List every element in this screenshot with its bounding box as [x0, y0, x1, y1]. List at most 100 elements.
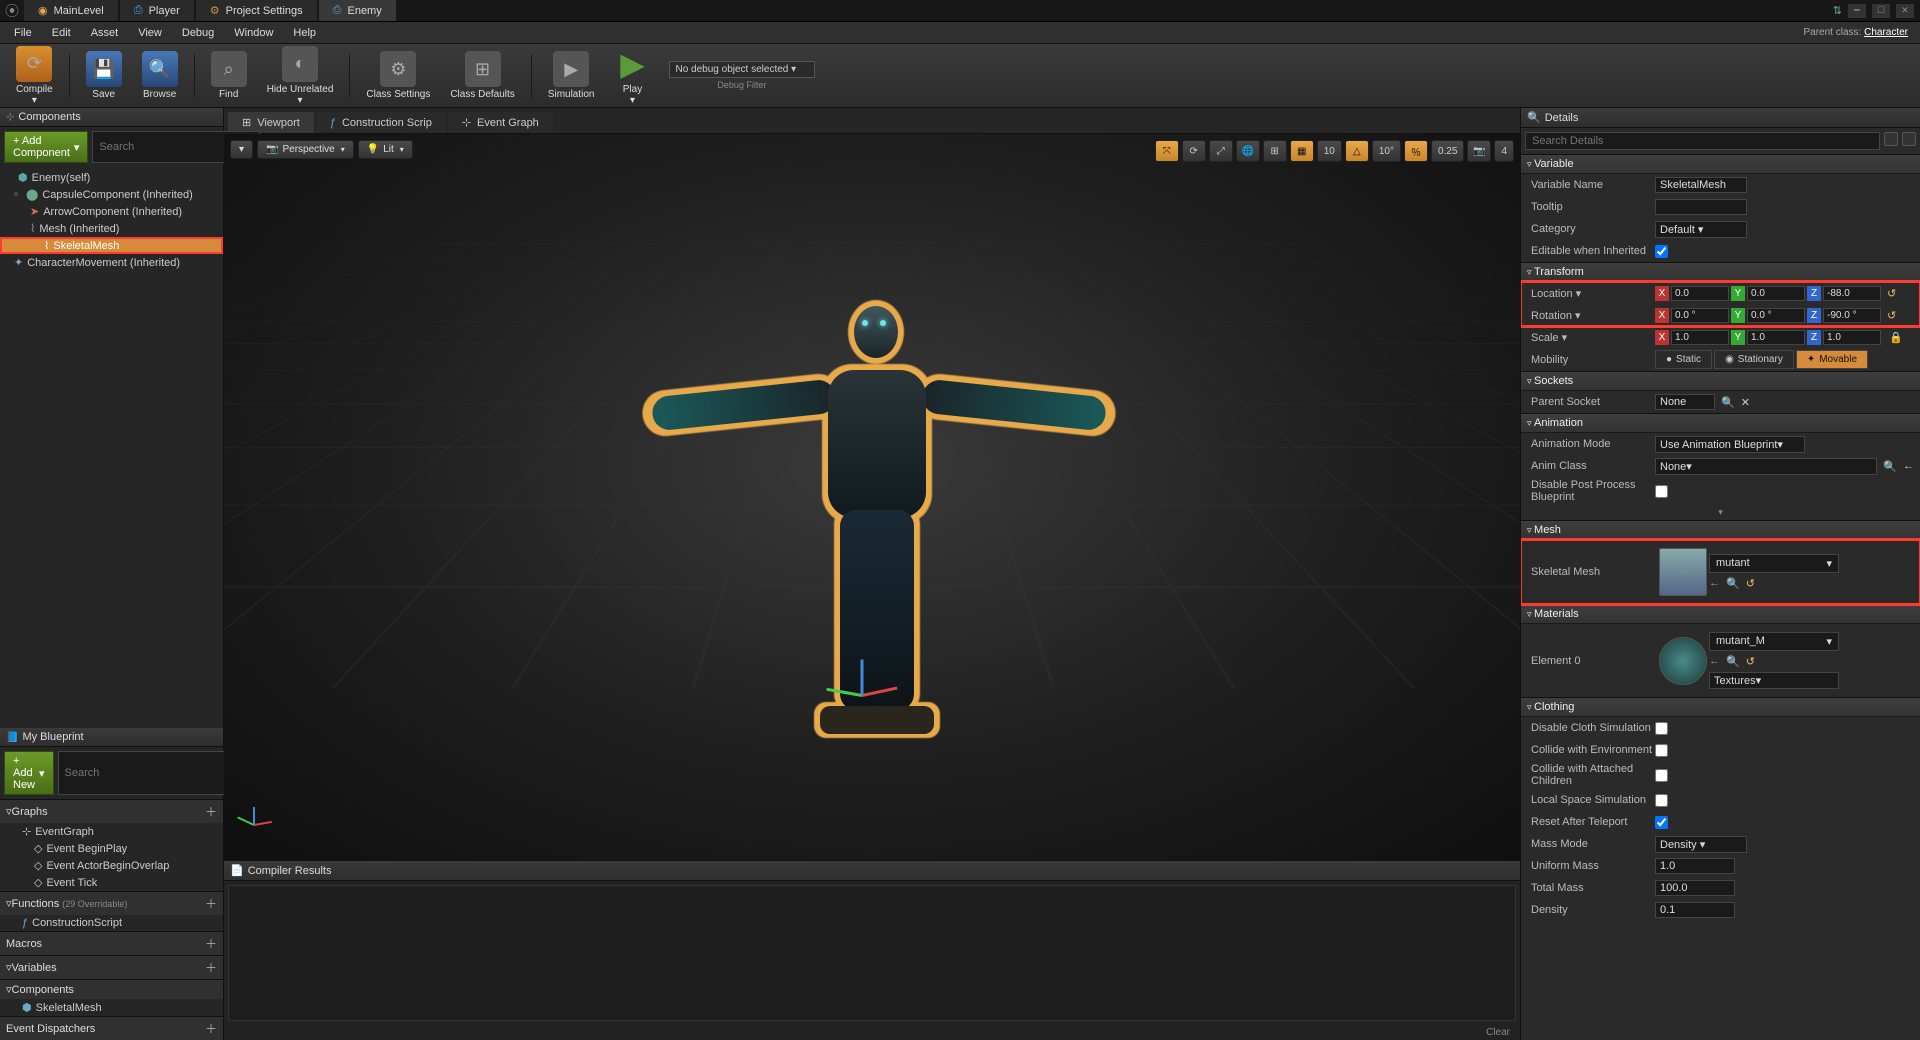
vp-grid-size[interactable]: 10: [1317, 140, 1342, 162]
component-mesh[interactable]: ⌇Mesh (Inherited): [0, 220, 223, 237]
mat-reset-icon[interactable]: ↺: [1746, 655, 1755, 668]
graph-tick[interactable]: ◇Event Tick: [0, 874, 223, 891]
collide-env-checkbox[interactable]: [1655, 744, 1668, 757]
vp-scale-size[interactable]: 0.25: [1431, 140, 1464, 162]
vp-rotate-icon[interactable]: ⟳: [1182, 140, 1206, 162]
mobility-stationary[interactable]: ◉ Stationary: [1714, 350, 1794, 369]
uniform-mass-input[interactable]: [1655, 858, 1735, 874]
compiler-clear-button[interactable]: Clear: [1486, 1027, 1510, 1038]
expand-animation-icon[interactable]: ▾: [1521, 505, 1920, 520]
window-close-button[interactable]: ✕: [1896, 4, 1914, 18]
class-settings-button[interactable]: ⚙Class Settings: [356, 49, 440, 102]
cat-animation[interactable]: Animation: [1521, 413, 1920, 433]
component-root[interactable]: ⬢Enemy(self): [0, 169, 223, 186]
component-charmovement[interactable]: ✦CharacterMovement (Inherited): [0, 254, 223, 271]
lit-dropdown[interactable]: 💡Lit: [358, 140, 413, 159]
anim-mode-dropdown[interactable]: Use Animation Blueprint▾: [1655, 436, 1805, 453]
cat-variable[interactable]: Variable: [1521, 154, 1920, 174]
mass-mode-dropdown[interactable]: Density ▾: [1655, 836, 1747, 853]
collide-children-checkbox[interactable]: [1655, 769, 1668, 782]
rot-reset-icon[interactable]: ↺: [1887, 309, 1896, 322]
tab-event-graph[interactable]: ⊹ Event Graph: [448, 112, 553, 133]
save-button[interactable]: 💾Save: [76, 49, 132, 102]
mobility-static[interactable]: ● Static: [1655, 350, 1712, 369]
mobility-movable[interactable]: ✦ Movable: [1796, 350, 1868, 369]
mat-use-icon[interactable]: ←: [1709, 655, 1720, 668]
material-dropdown[interactable]: mutant_M▾: [1709, 632, 1839, 651]
socket-clear-icon[interactable]: ✕: [1741, 396, 1750, 409]
add-dispatcher-icon[interactable]: ＋: [205, 1020, 217, 1037]
viewport-3d[interactable]: ▾ 📷 Perspective 💡Lit ⤧ ⟳ ⤢ 🌐 ⊞ ▦ 10 △ 10…: [224, 134, 1520, 860]
event-dispatchers-section[interactable]: Event Dispatchers＋: [0, 1016, 223, 1040]
vp-grid-snap-icon[interactable]: ▦: [1290, 140, 1314, 162]
textures-dropdown[interactable]: Textures▾: [1709, 672, 1839, 689]
add-graph-icon[interactable]: ＋: [205, 803, 217, 820]
macros-section[interactable]: Macros＋: [0, 931, 223, 955]
mesh-browse-icon[interactable]: 🔍: [1726, 577, 1740, 590]
details-property-matrix-icon[interactable]: [1884, 132, 1898, 146]
viewport-options-button[interactable]: ▾: [230, 140, 253, 159]
source-control-icon[interactable]: ⇅: [1833, 4, 1842, 17]
component-skeletalmesh[interactable]: ⌇SkeletalMesh: [0, 237, 223, 254]
anim-class-dropdown[interactable]: None▾: [1655, 458, 1877, 475]
parent-socket-input[interactable]: None: [1655, 394, 1715, 410]
anim-search-icon[interactable]: 🔍: [1883, 460, 1897, 473]
density-input[interactable]: [1655, 902, 1735, 918]
tab-viewport[interactable]: ⊞ Viewport: [228, 112, 314, 133]
rot-y-input[interactable]: [1747, 308, 1805, 323]
mesh-use-icon[interactable]: ←: [1709, 577, 1720, 590]
scale-lock-icon[interactable]: 🔒: [1889, 331, 1903, 344]
material-thumbnail[interactable]: [1659, 637, 1707, 685]
menu-view[interactable]: View: [128, 27, 172, 39]
cat-materials[interactable]: Materials: [1521, 604, 1920, 624]
simulation-button[interactable]: ▶Simulation: [538, 49, 605, 102]
tab-player[interactable]: ⎙Player: [120, 0, 194, 21]
variables-section[interactable]: ▿Variables＋: [0, 955, 223, 979]
add-new-button[interactable]: + Add New ▾: [4, 751, 54, 795]
tab-construction-script[interactable]: ƒ Construction Scrip: [316, 112, 446, 133]
bp-component-skeletalmesh[interactable]: ⬢SkeletalMesh: [0, 999, 223, 1016]
graph-eventgraph[interactable]: ⊹EventGraph: [0, 823, 223, 840]
socket-search-icon[interactable]: 🔍: [1721, 396, 1735, 409]
menu-debug[interactable]: Debug: [172, 27, 224, 39]
category-dropdown[interactable]: Default ▾: [1655, 221, 1747, 238]
graph-actoroverlap[interactable]: ◇Event ActorBeginOverlap: [0, 857, 223, 874]
window-maximize-button[interactable]: ☐: [1872, 4, 1890, 18]
tab-project-settings[interactable]: ⚙Project Settings: [196, 0, 317, 21]
compile-button[interactable]: ⟳Compile ▾: [6, 44, 63, 108]
add-variable-icon[interactable]: ＋: [205, 959, 217, 976]
loc-z-input[interactable]: [1823, 286, 1881, 301]
hide-unrelated-button[interactable]: ◐Hide Unrelated ▾: [257, 44, 344, 108]
function-constructionscript[interactable]: ƒConstructionScript: [0, 915, 223, 931]
total-mass-input[interactable]: [1655, 880, 1735, 896]
cat-mesh[interactable]: Mesh: [1521, 520, 1920, 540]
cat-transform[interactable]: Transform: [1521, 262, 1920, 282]
mat-browse-icon[interactable]: 🔍: [1726, 655, 1740, 668]
functions-section[interactable]: ▿Functions (29 Overridable)＋: [0, 891, 223, 915]
vp-world-icon[interactable]: 🌐: [1236, 140, 1260, 162]
blueprint-search-input[interactable]: [58, 751, 226, 795]
graphs-section[interactable]: ▿Graphs＋: [0, 799, 223, 823]
tooltip-input[interactable]: [1655, 199, 1747, 215]
menu-edit[interactable]: Edit: [42, 27, 81, 39]
debug-object-dropdown[interactable]: No debug object selected ▾: [669, 61, 816, 78]
vp-angle-size[interactable]: 10°: [1372, 140, 1401, 162]
parent-class-link[interactable]: Character: [1864, 27, 1908, 38]
graph-beginplay[interactable]: ◇Event BeginPlay: [0, 840, 223, 857]
rot-x-input[interactable]: [1671, 308, 1729, 323]
compiler-results-header[interactable]: 📄Compiler Results: [224, 861, 1520, 881]
add-function-icon[interactable]: ＋: [205, 895, 217, 912]
rot-z-input[interactable]: [1823, 308, 1881, 323]
add-macro-icon[interactable]: ＋: [205, 935, 217, 952]
menu-window[interactable]: Window: [224, 27, 283, 39]
loc-y-input[interactable]: [1747, 286, 1805, 301]
scl-x-input[interactable]: [1671, 330, 1729, 345]
bp-components-section[interactable]: ▿Components: [0, 979, 223, 999]
find-button[interactable]: ⌕Find: [201, 49, 257, 102]
vp-camera-speed-icon[interactable]: 📷: [1467, 140, 1491, 162]
browse-button[interactable]: 🔍Browse: [132, 49, 188, 102]
disable-cloth-checkbox[interactable]: [1655, 722, 1668, 735]
local-space-checkbox[interactable]: [1655, 794, 1668, 807]
window-minimize-button[interactable]: ━: [1848, 4, 1866, 18]
editable-checkbox[interactable]: [1655, 245, 1668, 258]
